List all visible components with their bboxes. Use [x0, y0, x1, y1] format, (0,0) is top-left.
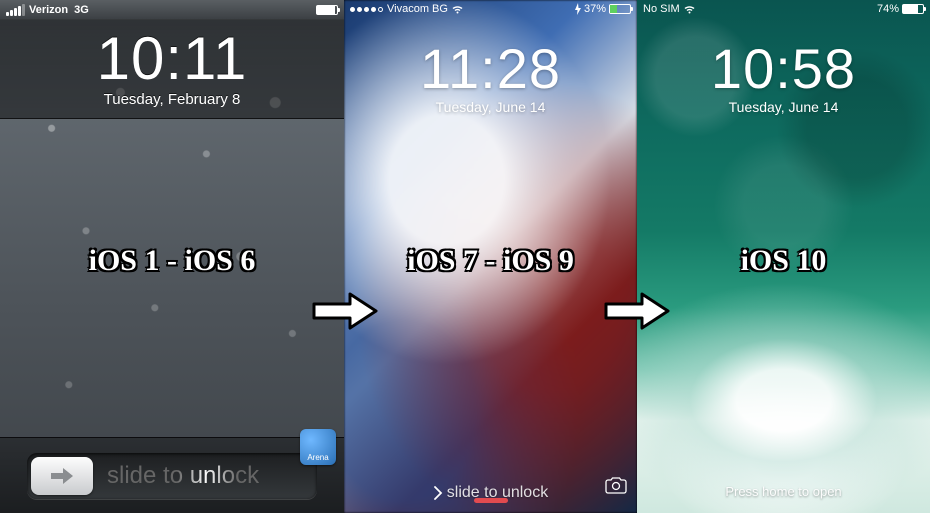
- unlock-shelf: slide to unlock Arena: [0, 437, 344, 513]
- battery-percent: 37%: [584, 3, 606, 15]
- wifi-icon: [451, 4, 464, 14]
- network-label: 3G: [74, 4, 89, 16]
- charging-icon: [574, 3, 582, 15]
- wifi-icon: [683, 4, 696, 14]
- panel-caption: iOS 1 - iOS 6: [0, 244, 344, 278]
- arena-badge: Arena: [300, 429, 336, 465]
- lockscreen-date: Tuesday, June 14: [637, 99, 930, 115]
- lockscreen-ios10: No SIM 74% 10:58 Tuesday, June 14 iOS 10…: [637, 0, 930, 513]
- signal-bars-icon: [6, 4, 25, 16]
- signal-dots-icon: [350, 7, 383, 12]
- grabber-handle[interactable]: [474, 498, 508, 503]
- press-home-label[interactable]: Press home to open: [637, 484, 930, 499]
- lockscreen-ios9: Vivacom BG 37% 11:28 Tuesday, June 14 iO…: [344, 0, 637, 513]
- carrier-label: Verizon: [29, 4, 68, 16]
- battery-icon: [609, 4, 631, 14]
- clock-shelf: 10:11 Tuesday, February 8: [0, 20, 344, 119]
- lockscreen-date: Tuesday, June 14: [344, 99, 637, 115]
- unlock-area: Press home to open: [637, 484, 930, 499]
- status-bar: Verizon 3G: [0, 0, 344, 20]
- lockscreen-time: 11:28: [344, 36, 637, 101]
- battery-percent: 74%: [877, 3, 899, 15]
- arrow-right-icon: [49, 466, 75, 486]
- clock-area: 10:58 Tuesday, June 14: [637, 36, 930, 115]
- battery-icon: [316, 5, 338, 15]
- camera-shortcut[interactable]: [605, 476, 627, 499]
- status-bar: Vivacom BG 37%: [344, 0, 637, 18]
- clock-area: 11:28 Tuesday, June 14: [344, 36, 637, 115]
- status-bar: No SIM 74%: [637, 0, 930, 18]
- panel-caption: iOS 10: [637, 244, 930, 278]
- lockscreen-time: 10:11: [0, 24, 344, 93]
- lockscreen-ios6: Verizon 3G 10:11 Tuesday, February 8 iOS…: [0, 0, 344, 513]
- carrier-label: Vivacom BG: [387, 3, 448, 15]
- chevron-right-icon: [433, 486, 443, 500]
- slide-knob[interactable]: [31, 457, 93, 495]
- carrier-label: No SIM: [643, 3, 680, 15]
- unlock-area: slide to unlock: [344, 484, 637, 505]
- lockscreen-date: Tuesday, February 8: [0, 91, 344, 108]
- battery-icon: [902, 4, 924, 14]
- lockscreen-time: 10:58: [637, 36, 930, 101]
- slide-label: slide to unlock: [107, 462, 307, 490]
- slide-track[interactable]: slide to unlock: [27, 453, 317, 499]
- panel-caption: iOS 7 - iOS 9: [344, 244, 637, 278]
